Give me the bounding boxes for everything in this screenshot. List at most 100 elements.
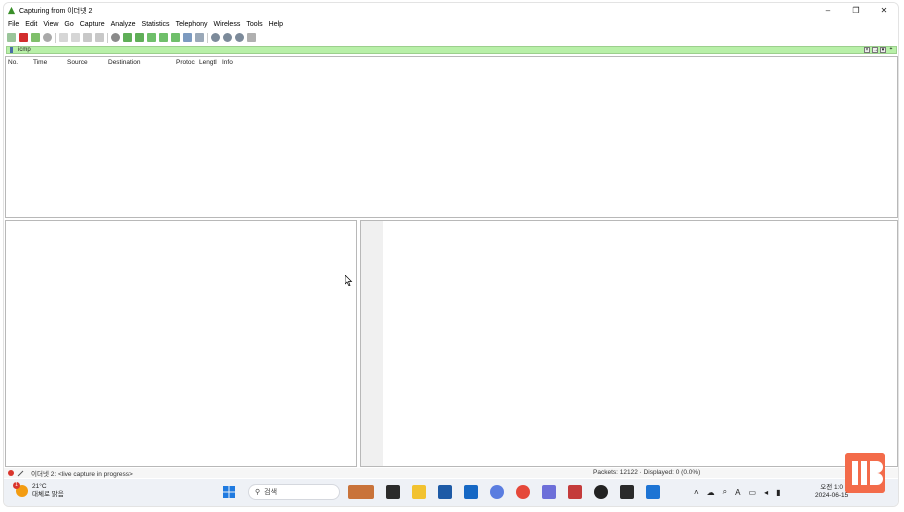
menu-analyze[interactable]: Analyze [111,21,136,28]
zoom-out-icon[interactable] [223,33,232,42]
go-forward-icon[interactable] [135,33,144,42]
capture-comment-icon[interactable] [17,470,24,477]
packet-details-pane[interactable] [5,220,357,467]
go-back-icon[interactable] [123,33,132,42]
search-placeholder: 검색 [264,489,278,496]
menu-go[interactable]: Go [64,21,73,28]
column-protocol[interactable]: Protoc [176,59,195,66]
zoom-in-icon[interactable] [211,33,220,42]
display-filter-input[interactable]: icmp [18,47,31,53]
column-source[interactable]: Source [67,59,88,66]
window-title: Capturing from 이더넷 2 [19,7,93,15]
weather-notification-badge: 1 [13,482,20,489]
weather-widget[interactable]: 1 21°C 대체로 맑음 [13,482,64,499]
add-filter-button-icon[interactable]: + [888,47,894,53]
capture-options-icon[interactable] [43,33,52,42]
terminal-icon[interactable] [620,485,634,499]
settings-app-icon[interactable] [490,485,504,499]
column-info[interactable]: Info [222,59,233,66]
title-bar: Capturing from 이더넷 2 – ❐ ✕ [4,3,898,18]
autoscroll-icon[interactable] [183,33,192,42]
search-icon: ⚲ [255,489,261,496]
windows-start-icon[interactable] [222,485,236,499]
go-to-packet-icon[interactable] [147,33,156,42]
bookmark-icon[interactable] [9,47,15,53]
start-capture-icon[interactable] [7,33,16,42]
menu-telephony[interactable]: Telephony [176,21,208,28]
taskbar-clock[interactable]: 오전 1:0 2024-06-15 [815,484,848,500]
tray-chevron-up-icon[interactable]: ˄ [694,488,699,497]
system-tray: ˄ ☁ ⌕ A ▭ ◂ ▮ [694,487,788,497]
clear-filter-icon[interactable]: × [864,47,870,53]
wireshark-fin-icon [7,6,16,15]
capture-status-text: 이더넷 2: <live capture in progress> [31,471,133,478]
bytes-gutter [361,221,383,466]
menu-help[interactable]: Help [269,21,283,28]
ime-indicator[interactable]: A [735,488,740,497]
column-destination[interactable]: Destination [108,59,141,66]
mouse-cursor-icon [345,275,353,286]
status-bar: 이더넷 2: <live capture in progress> Packet… [4,468,898,478]
display-filter-bar: icmp × → ▾ + [6,46,897,54]
first-packet-icon[interactable] [159,33,168,42]
packets-count-text: Packets: 12122 · Displayed: 0 (0.0%) [593,469,701,476]
menu-capture[interactable]: Capture [80,21,105,28]
colorize-icon[interactable] [195,33,204,42]
battery-icon[interactable]: ▮ [776,488,780,497]
task-view-icon[interactable] [386,485,400,499]
main-toolbar [4,30,898,45]
github-icon[interactable] [594,485,608,499]
save-file-icon[interactable] [71,33,80,42]
channel-logo-icon [845,453,885,493]
menu-edit[interactable]: Edit [25,21,37,28]
clock-date: 2024-06-15 [815,492,849,499]
wireshark-taskbar-icon[interactable] [646,485,660,499]
column-no[interactable]: No. [8,59,18,66]
weather-temperature: 21°C [32,483,47,490]
toolbar-divider [55,32,56,43]
stop-capture-icon[interactable] [19,33,28,42]
search-highlight-icon[interactable] [348,485,374,499]
store-icon[interactable] [438,485,452,499]
restart-capture-icon[interactable] [31,33,40,42]
mail-icon[interactable] [464,485,478,499]
weather-description: 대체로 맑음 [32,491,64,498]
file-explorer-icon[interactable] [412,485,426,499]
column-length[interactable]: Lengtl [199,59,217,66]
network-app-icon[interactable] [542,485,556,499]
reload-file-icon[interactable] [95,33,104,42]
resize-columns-icon[interactable] [247,33,256,42]
menu-bar: File Edit View Go Capture Analyze Statis… [4,18,898,30]
packet-list-header: No. Time Source Destination Protoc Lengt… [6,59,897,67]
weather-sun-icon: 1 [13,482,28,497]
volume-icon[interactable]: ◂ [764,488,768,497]
close-button[interactable]: ✕ [870,3,898,18]
taskbar-search[interactable]: ⚲ 검색 [248,484,340,500]
open-file-icon[interactable] [59,33,68,42]
minimize-button[interactable]: – [814,3,842,18]
menu-statistics[interactable]: Statistics [142,21,170,28]
app-red-icon[interactable] [568,485,582,499]
clock-time: 오전 1:0 [820,484,844,491]
maximize-button[interactable]: ❐ [842,3,870,18]
packet-list-pane[interactable]: No. Time Source Destination Protoc Lengt… [5,56,898,218]
menu-view[interactable]: View [43,21,58,28]
last-packet-icon[interactable] [171,33,180,42]
menu-tools[interactable]: Tools [246,21,262,28]
chrome-icon[interactable] [516,485,530,499]
normal-size-icon[interactable] [235,33,244,42]
expert-info-icon[interactable] [8,470,14,476]
apply-filter-icon[interactable]: → [872,47,878,53]
filter-dropdown-icon[interactable]: ▾ [880,47,886,53]
cloud-icon[interactable]: ☁ [707,488,715,497]
menu-file[interactable]: File [8,21,19,28]
menu-wireless[interactable]: Wireless [213,21,240,28]
find-packet-icon[interactable] [111,33,120,42]
windows-taskbar: 1 21°C 대체로 맑음 ⚲ 검색 ˄ ☁ ⌕ A ▭ ◂ ▮ 오전 1:0 … [4,479,898,506]
column-time[interactable]: Time [33,59,47,66]
packet-bytes-pane[interactable] [360,220,898,467]
toolbar-divider [207,32,208,43]
display-icon[interactable]: ▭ [749,488,757,497]
microphone-icon[interactable]: ⌕ [723,487,727,497]
close-file-icon[interactable] [83,33,92,42]
